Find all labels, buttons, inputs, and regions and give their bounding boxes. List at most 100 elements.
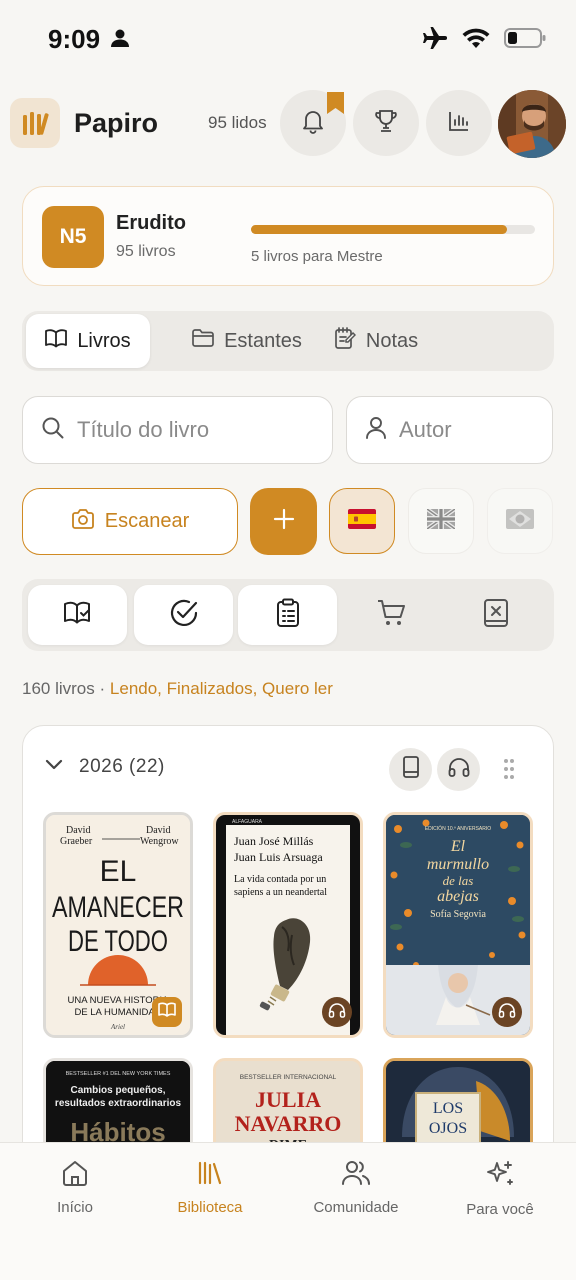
book-cover[interactable]: David Graeber David Wengrow EL AMANECER … xyxy=(43,812,193,1038)
chevron-down-icon[interactable] xyxy=(45,758,63,776)
book-author: Juan Luis Arsuaga xyxy=(234,850,323,864)
level-progress-bar xyxy=(251,225,535,234)
app-logo xyxy=(10,98,60,148)
book-title-line: EL xyxy=(100,855,137,888)
nav-home[interactable]: Início xyxy=(3,1159,147,1216)
book-author: JULIA xyxy=(255,1087,321,1112)
sparkles-icon xyxy=(485,1159,515,1193)
airplane-icon xyxy=(422,26,448,55)
add-book-button[interactable] xyxy=(250,488,317,555)
book-author-left: David xyxy=(66,825,90,836)
battery-icon xyxy=(504,27,546,54)
unread-bookmark-icon xyxy=(327,92,344,114)
search-icon xyxy=(41,416,65,445)
avatar[interactable] xyxy=(498,90,566,158)
drag-handle-icon[interactable] xyxy=(503,758,515,785)
nav-community[interactable]: Comunidade xyxy=(284,1159,428,1216)
circle-check-icon xyxy=(169,598,199,633)
book-publisher: ALFAGUARA xyxy=(232,819,263,825)
scan-button[interactable]: Escanear xyxy=(22,488,238,555)
book-author: Juan José Millás xyxy=(234,834,314,848)
home-icon xyxy=(61,1159,89,1191)
book-title-line: La vida contada por un xyxy=(234,874,326,885)
tab-notes-label: Notas xyxy=(365,329,419,352)
language-es-button[interactable] xyxy=(329,488,395,554)
tab-books[interactable]: Livros xyxy=(26,314,150,368)
book-count: 160 livros xyxy=(22,679,95,698)
year-group-header[interactable]: 2026 (22) xyxy=(45,756,165,778)
headphones-icon xyxy=(498,1002,516,1023)
statistics-button[interactable] xyxy=(426,90,492,156)
book-tagline: BESTSELLER INTERNACIONAL xyxy=(240,1074,337,1081)
filter-reading-button[interactable] xyxy=(28,585,127,645)
status-icons xyxy=(422,26,546,55)
filter-wishlist-button[interactable] xyxy=(342,585,441,645)
bottom-navigation: Início Biblioteca Comunidade Para você xyxy=(0,1142,576,1280)
nav-library[interactable]: Biblioteca xyxy=(138,1159,282,1216)
filter-abandoned-button[interactable] xyxy=(446,585,545,645)
book-title-line: OJOS xyxy=(429,1120,467,1137)
bar-chart-icon xyxy=(447,109,471,138)
app-header: Papiro 95 lidos xyxy=(0,90,576,158)
view-ebook-button[interactable] xyxy=(389,748,432,791)
ebook-badge xyxy=(152,997,182,1027)
level-badge: N5 xyxy=(42,206,104,268)
tab-shelves-label: Estantes xyxy=(224,329,302,352)
app-name: Papiro xyxy=(74,108,159,138)
title-search-placeholder: Título do livro xyxy=(77,417,210,442)
title-search-input[interactable]: Título do livro xyxy=(22,396,333,464)
author-search-placeholder: Autor xyxy=(399,417,452,442)
audiobook-badge xyxy=(492,997,522,1027)
ebook-icon xyxy=(402,756,420,783)
library-summary: 160 livros · Lendo, Finalizados, Quero l… xyxy=(22,679,333,699)
nav-for-you-label: Para você xyxy=(466,1201,534,1218)
book-cover[interactable]: EDICIÓN 10.º ANIVERSARIO El murmullo de … xyxy=(383,812,533,1038)
book-open-icon xyxy=(158,1002,176,1023)
book-tagline: BESTSELLER #1 DEL NEW YORK TIMES xyxy=(66,1071,171,1077)
cart-icon xyxy=(377,599,407,632)
tab-shelves[interactable]: Estantes xyxy=(172,314,322,368)
status-time: 9:09 xyxy=(48,24,101,54)
book-cover[interactable]: ALFAGUARA Juan José Millás Juan Luis Ars… xyxy=(213,812,363,1038)
book-title-line: AMANECER xyxy=(52,891,184,924)
language-gb-button[interactable] xyxy=(408,488,474,554)
filter-finished-button[interactable] xyxy=(134,585,233,645)
author-search-input[interactable]: Autor xyxy=(346,396,553,464)
book-x-icon xyxy=(483,598,509,633)
spain-flag-icon xyxy=(348,508,376,534)
achievements-button[interactable] xyxy=(353,90,419,156)
read-count: 95 lidos xyxy=(208,113,267,132)
book-edition: EDICIÓN 10.º ANIVERSARIO xyxy=(425,825,491,832)
filter-want-to-read-button[interactable] xyxy=(238,585,337,645)
status-bar: 9:09 xyxy=(0,0,576,80)
nav-home-label: Início xyxy=(57,1199,93,1216)
library-icon xyxy=(196,1159,224,1191)
camera-icon xyxy=(71,508,95,535)
folder-icon xyxy=(192,329,214,353)
brazil-flag-icon xyxy=(506,508,534,534)
language-br-button[interactable] xyxy=(487,488,553,554)
headphones-icon xyxy=(328,1002,346,1023)
active-filters-text[interactable]: Lendo, Finalizados, Quero ler xyxy=(110,679,333,698)
book-open-icon xyxy=(45,328,68,354)
book-author-right: David xyxy=(146,825,170,836)
scan-button-label: Escanear xyxy=(104,510,190,532)
book-author-left2: Graeber xyxy=(60,836,93,847)
view-audiobook-button[interactable] xyxy=(437,748,480,791)
book-title-line: El xyxy=(450,838,466,855)
book-subtitle: Cambios pequeños, xyxy=(70,1085,165,1096)
book-title-line: LOS xyxy=(433,1100,463,1117)
user-icon xyxy=(365,416,387,445)
nav-for-you[interactable]: Para você xyxy=(428,1159,572,1218)
level-card[interactable]: N5 Erudito 95 livros 5 livros para Mestr… xyxy=(22,186,554,286)
book-author-right2: Wengrow xyxy=(140,836,179,847)
tab-notes[interactable]: Notas xyxy=(326,314,426,368)
book-publisher: Ariel xyxy=(110,1023,125,1031)
book-title-line: murmullo xyxy=(427,856,489,873)
nav-library-label: Biblioteca xyxy=(177,1199,243,1216)
wifi-icon xyxy=(462,27,490,54)
tab-books-label: Livros xyxy=(77,329,131,352)
level-books-count: 95 livros xyxy=(116,243,176,260)
uk-flag-icon xyxy=(425,506,457,534)
person-icon xyxy=(110,28,130,53)
